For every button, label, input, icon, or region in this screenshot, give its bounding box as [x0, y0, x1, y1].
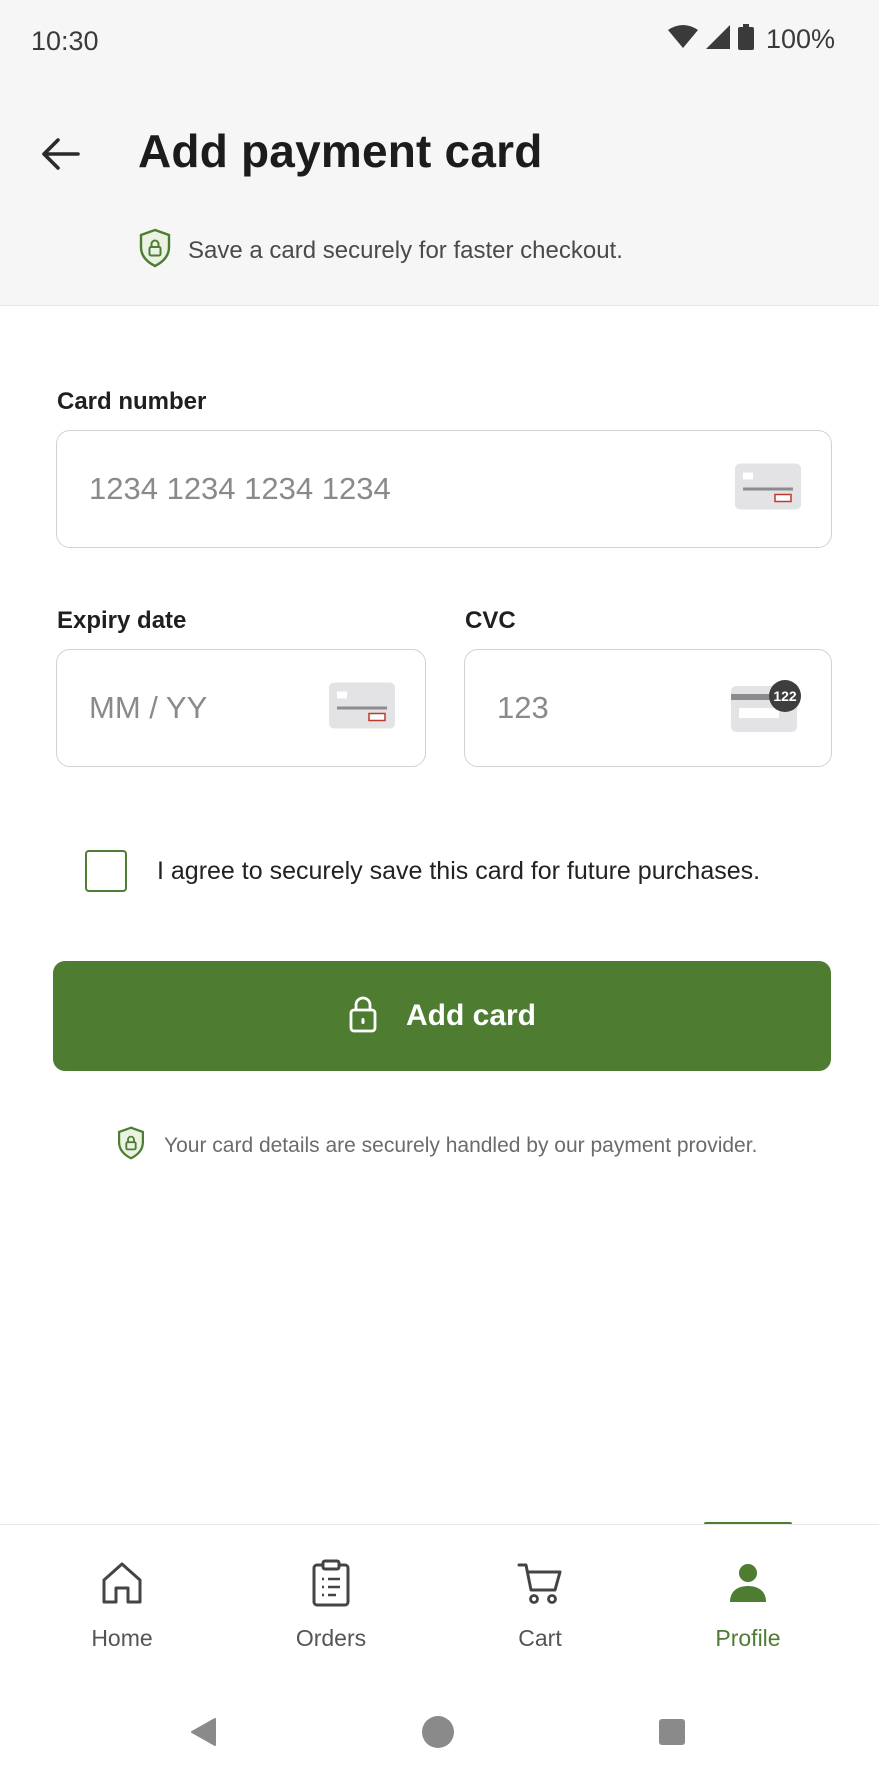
cvc-label: CVC — [465, 607, 516, 634]
system-home-button[interactable] — [418, 1712, 458, 1752]
status-bar: 10:30 100% — [0, 0, 879, 80]
agree-text: I agree to securely save this card for f… — [157, 856, 761, 885]
nav-orders[interactable]: Orders — [231, 1525, 431, 1673]
add-card-label: Add card — [405, 999, 537, 1032]
nav-home-label: Home — [91, 1625, 153, 1651]
cart-icon — [517, 1557, 563, 1609]
cvc-badge: 122 — [769, 680, 801, 712]
expiry-placeholder: MM / YY — [89, 690, 208, 725]
shield-lock-icon — [138, 228, 172, 273]
add-card-button[interactable]: Add card — [53, 961, 831, 1071]
secure-note: Your card details are securely handled b… — [116, 1126, 757, 1165]
nav-cart-label: Cart — [518, 1625, 562, 1651]
credit-card-icon — [329, 682, 395, 734]
expiry-label: Expiry date — [57, 607, 187, 634]
nav-orders-label: Orders — [295, 1625, 367, 1651]
card-number-placeholder: 1234 1234 1234 1234 — [89, 471, 391, 506]
nav-profile-label: Profile — [715, 1625, 781, 1651]
subtitle-row: Save a card securely for faster checkout… — [138, 228, 623, 273]
system-nav-bar — [0, 1672, 879, 1790]
status-icons: 100% — [667, 24, 835, 55]
circle-home-icon — [422, 1716, 454, 1748]
system-back-button[interactable] — [184, 1712, 224, 1752]
nav-cart[interactable]: Cart — [440, 1525, 640, 1673]
nav-home[interactable]: Home — [22, 1525, 222, 1673]
arrow-left-icon — [42, 138, 80, 170]
subtitle-text: Save a card securely for faster checkout… — [188, 236, 623, 264]
expiry-field[interactable]: MM / YY — [56, 649, 426, 767]
lock-icon — [348, 995, 378, 1038]
home-icon — [100, 1557, 144, 1609]
page-title: Add payment card — [138, 125, 543, 177]
cvc-field[interactable]: 123 122 — [464, 649, 832, 767]
square-recents-icon — [659, 1719, 685, 1745]
system-recents-button[interactable] — [652, 1712, 692, 1752]
triangle-back-icon — [191, 1718, 216, 1746]
person-icon — [728, 1557, 768, 1609]
signal-icon — [705, 25, 730, 54]
card-number-field[interactable]: 1234 1234 1234 1234 — [56, 430, 832, 548]
clipboard-icon — [311, 1557, 351, 1609]
wifi-icon — [667, 25, 698, 54]
agree-row: I agree to securely save this card for f… — [85, 850, 760, 892]
header-area: 10:30 100% Add payment card Save a card … — [0, 0, 879, 306]
secure-note-text: Your card details are securely handled b… — [164, 1133, 758, 1157]
cvc-placeholder: 123 — [497, 690, 549, 725]
card-back-icon: 122 — [731, 680, 801, 732]
nav-profile[interactable]: Profile — [648, 1525, 848, 1673]
shield-lock-icon — [116, 1126, 146, 1165]
back-button[interactable] — [34, 128, 86, 180]
agree-checkbox[interactable] — [85, 850, 127, 892]
bottom-nav: Home Orders Cart Profile — [0, 1524, 879, 1672]
battery-percentage: 100% — [765, 24, 835, 54]
credit-card-icon — [735, 463, 801, 515]
battery-icon — [737, 24, 754, 55]
card-number-label: Card number — [57, 388, 207, 415]
status-time: 10:30 — [31, 26, 99, 56]
